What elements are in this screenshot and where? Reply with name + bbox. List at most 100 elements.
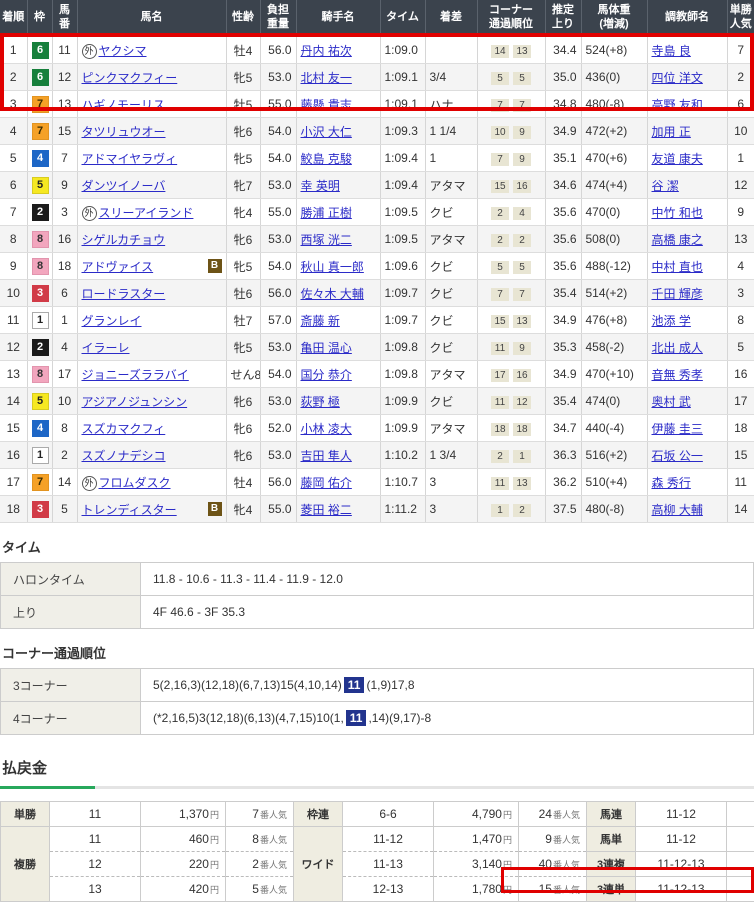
tansho-number: 11 [50,802,141,827]
jockey-link[interactable]: 佐々木 大輔 [301,287,364,301]
trainer-link[interactable]: 伊藤 圭三 [652,422,703,436]
horse-name-link[interactable]: タツリュウオー [82,125,166,139]
win-popularity: 18 [727,415,754,442]
umaren-label: 馬連 [587,802,636,827]
trainer-link[interactable]: 池添 学 [652,314,691,328]
margin: 1 3/4 [425,442,477,469]
corner3-position: 2 [491,234,509,247]
horse-name-link[interactable]: ロードラスター [82,287,166,301]
finish-position: 14 [0,388,27,415]
trainer-link[interactable]: 加用 正 [652,125,691,139]
last3f-time: 36.2 [545,469,581,496]
horse-name-link[interactable]: スズカマクフィ [82,422,166,436]
finish-position: 17 [0,469,27,496]
trainer-link[interactable]: 奥村 武 [652,395,691,409]
horse-name-link[interactable]: ピンクマクフィー [82,71,178,85]
col-header-jockey: 騎手名 [296,0,380,36]
margin: 1 1/4 [425,118,477,145]
horse-name-link[interactable]: トレンディスター [82,503,177,517]
jockey-link[interactable]: 北村 友一 [301,71,352,85]
last3f-time: 35.1 [545,145,581,172]
col-header-trainer: 調教師名 [647,0,727,36]
jockey-link[interactable]: 丹内 祐次 [301,44,352,58]
horse-weight: 458(-2) [581,334,647,361]
corner-order-table: 3コーナー 5(2,16,3)(12,18)(6,7,13)15(4,10,14… [0,668,754,735]
trainer-link[interactable]: 北出 成人 [652,341,703,355]
corner3-position: 17 [491,369,509,382]
jockey-link[interactable]: 国分 恭介 [301,368,352,382]
horse-name-link[interactable]: シゲルカチョウ [82,233,166,247]
horse-weight: 508(0) [581,226,647,253]
trainer-link[interactable]: 友道 康夫 [652,152,703,166]
umatan-label: 馬単 [587,827,636,852]
horse-name-link[interactable]: アドマイヤラヴィ [82,152,178,166]
finish-time: 1:09.0 [380,36,425,64]
fukusho-number-1: 11 [50,827,141,852]
trainer-link[interactable]: 谷 潔 [652,179,679,193]
trainer-link[interactable]: 森 秀行 [652,476,691,490]
horse-name-link[interactable]: ダンツイノーバ [82,179,166,193]
trainer-link[interactable]: 高柳 大輔 [652,503,703,517]
jockey-link[interactable]: 斎藤 新 [301,314,340,328]
wakuren-number: 6-6 [343,802,434,827]
trainer-link[interactable]: 中村 直也 [652,260,703,274]
jockey-link[interactable]: 亀田 温心 [301,341,352,355]
finish-time: 1:09.3 [380,118,425,145]
finish-position: 16 [0,442,27,469]
horse-name-link[interactable]: ジョニーズララバイ [82,368,189,382]
payout-section: 単勝 11 1,370円 7番人気 枠連 6-6 4,790円 24番人気 馬連… [0,801,754,902]
corner4-position: 2 [513,504,531,517]
finish-time: 1:09.1 [380,64,425,91]
carried-weight: 55.0 [260,91,296,118]
jockey-link[interactable]: 小沢 大仁 [301,125,352,139]
trainer-link[interactable]: 中竹 和也 [652,206,703,220]
horse-weight: 510(+4) [581,469,647,496]
frame-badge: 1 [32,447,49,464]
jockey-link[interactable]: 秋山 真一郎 [301,260,364,274]
jockey-link[interactable]: 荻野 極 [301,395,340,409]
table-row: 18 3 5 B トレンディスター 牝4 55.0 菱田 裕二 1:11.2 3… [0,496,754,523]
jockey-link[interactable]: 鮫島 克駿 [301,152,352,166]
jockey-link[interactable]: 菱田 裕二 [301,503,352,517]
jockey-link[interactable]: 吉田 隼人 [301,449,352,463]
corner3-position: 11 [491,342,509,355]
horse-name-link[interactable]: グランレイ [82,314,142,328]
win-popularity: 7 [727,36,754,64]
horse-name-link[interactable]: ハギノモーリス [82,98,166,112]
horse-number: 1 [52,307,77,334]
horse-number: 14 [52,469,77,496]
sex-age: 牝5 [226,145,260,172]
trainer-link[interactable]: 千田 輝彦 [652,287,703,301]
yen-unit: 円 [210,885,219,895]
jockey-link[interactable]: 小林 凌大 [301,422,352,436]
horse-name-link[interactable]: アドヴァイス [82,260,154,274]
trainer-link[interactable]: 音無 秀孝 [652,368,703,382]
trainer-link[interactable]: 高野 友和 [652,98,703,112]
trainer-link[interactable]: 高橋 康之 [652,233,703,247]
trainer-link[interactable]: 四位 洋文 [652,71,703,85]
table-row: 16 1 2 スズノナデシコ 牝6 53.0 吉田 隼人 1:10.2 1 3/… [0,442,754,469]
finish-position: 5 [0,145,27,172]
horse-name-link[interactable]: スズノナデシコ [82,449,166,463]
trainer-link[interactable]: 寺島 良 [652,44,691,58]
trainer-link[interactable]: 石坂 公一 [652,449,703,463]
jockey-link[interactable]: 藤懸 貴志 [301,98,352,112]
horse-name-link[interactable]: アジアノジュンシン [82,395,188,409]
finish-time: 1:09.7 [380,307,425,334]
lap-time-table: ハロンタイム 11.8 - 10.6 - 11.3 - 11.4 - 11.9 … [0,562,754,629]
horse-name-link[interactable]: イラーレ [82,341,130,355]
win-popularity: 16 [727,361,754,388]
jockey-link[interactable]: 西塚 洸二 [301,233,352,247]
jockey-link[interactable]: 藤岡 佑介 [301,476,352,490]
finish-time: 1:11.2 [380,496,425,523]
jockey-link[interactable]: 幸 英明 [301,179,340,193]
yen-unit: 円 [210,810,219,820]
jockey-link[interactable]: 勝浦 正樹 [301,206,352,220]
col-header-weight: 負担 重量 [260,0,296,36]
margin: クビ [425,199,477,226]
finish-position: 18 [0,496,27,523]
horse-name-link[interactable]: フロムダスク [99,476,171,490]
horse-name-link[interactable]: スリーアイランド [99,206,194,220]
horse-name-link[interactable]: ヤクシマ [99,44,147,58]
margin: 3/4 [425,64,477,91]
